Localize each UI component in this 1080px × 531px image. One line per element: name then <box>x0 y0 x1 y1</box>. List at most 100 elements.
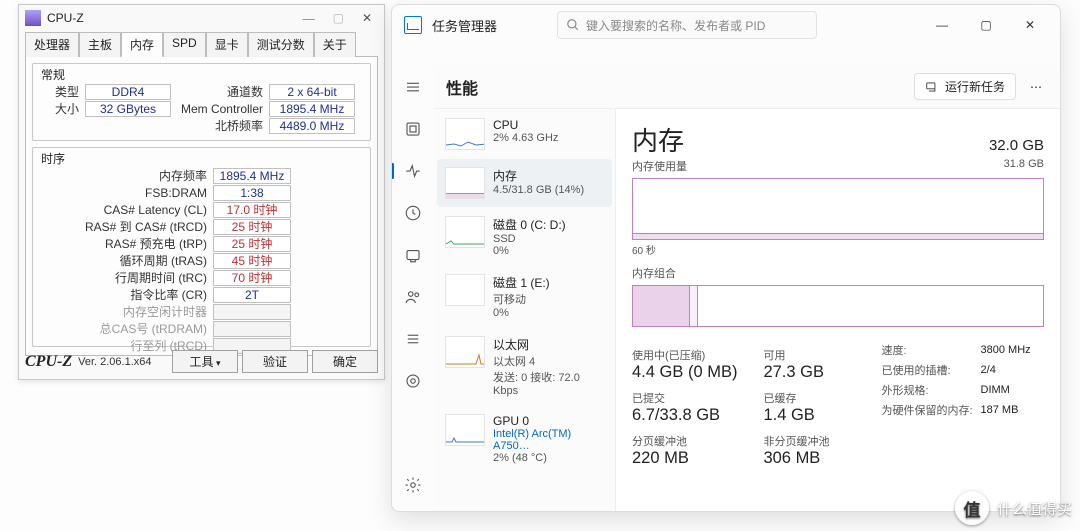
trdram-value <box>213 304 291 320</box>
usage-right: 31.8 GB <box>1004 158 1044 174</box>
more-button[interactable]: ⋯ <box>1024 76 1048 98</box>
tm-title-text: 任务管理器 <box>432 16 497 35</box>
tm-minimize-button[interactable]: — <box>920 9 964 41</box>
thumb-ethernet <box>445 336 485 368</box>
tm-page-title: 性能 <box>446 75 478 99</box>
search-icon <box>566 18 580 32</box>
cpuz-footer: CPU-Z Ver. 2.06.1.x64 工具 验证 确定 <box>25 350 378 373</box>
dramfreq-label: 内存频率 <box>81 167 207 184</box>
thumb-memory <box>445 167 485 199</box>
eth-name: 以太网 <box>493 336 604 353</box>
run-new-task-button[interactable]: 运行新任务 <box>914 73 1016 100</box>
general-fieldset: 常规 类型 DDR4 通道数 2 x 64-bit 大小 32 GBytes M… <box>32 63 371 141</box>
tras-label: 循环周期 (tRAS) <box>81 252 207 269</box>
tm-search-input[interactable]: 键入要搜索的名称、发布者或 PID <box>557 11 817 39</box>
speed-v: 3800 MHz <box>981 341 1037 359</box>
gpu-sub: Intel(R) Arc(TM) A750… <box>493 428 604 452</box>
detail-title: 内存 <box>632 121 684 158</box>
cpuz-version: Ver. 2.06.1.x64 <box>78 356 151 368</box>
tm-perf-list: CPU2% 4.63 GHz 内存4.5/31.8 GB (14%) 磁盘 0 … <box>434 109 616 511</box>
type-label: 类型 <box>39 83 79 100</box>
fsb-label: FSB:DRAM <box>81 186 207 200</box>
memctrl-value: 1895.4 MHz <box>269 101 355 117</box>
totcas-value <box>213 321 291 337</box>
disk1-sub2: 0% <box>493 307 550 319</box>
tools-button[interactable]: 工具 <box>172 350 238 373</box>
list-item-memory[interactable]: 内存4.5/31.8 GB (14%) <box>437 159 612 207</box>
thumb-disk1 <box>445 274 485 306</box>
size-label: 大小 <box>39 100 79 117</box>
watermark-icon: 值 <box>955 491 989 525</box>
cr-value: 2T <box>213 287 291 303</box>
tm-left-nav <box>392 65 434 511</box>
memory-composition-chart <box>632 285 1044 327</box>
tm-maximize-button[interactable]: ▢ <box>964 9 1008 41</box>
hw-v: 187 MB <box>981 401 1037 419</box>
list-item-disk0[interactable]: 磁盘 0 (C: D:)SSD0% <box>437 208 612 265</box>
cpu-sub: 2% 4.63 GHz <box>493 132 558 144</box>
maximize-button[interactable]: ▢ <box>333 11 344 26</box>
tab-memory[interactable]: 内存 <box>121 32 163 57</box>
cpu-name: CPU <box>493 118 558 132</box>
cached-h: 已缓存 <box>763 390 853 406</box>
list-item-disk1[interactable]: 磁盘 1 (E:)可移动0% <box>437 266 612 327</box>
inuse-h: 使用中(已压缩) <box>632 347 737 363</box>
run-new-task-label: 运行新任务 <box>945 78 1005 95</box>
tm-main: CPU2% 4.63 GHz 内存4.5/31.8 GB (14%) 磁盘 0 … <box>434 109 1060 511</box>
inuse-v: 4.4 GB (0 MB) <box>632 363 737 382</box>
cpuz-title-text: CPU-Z <box>47 11 84 25</box>
list-item-cpu[interactable]: CPU2% 4.63 GHz <box>437 110 612 158</box>
nav-history-icon[interactable] <box>399 199 427 227</box>
avail-v: 27.3 GB <box>763 363 853 382</box>
tras-value: 45 时钟 <box>213 253 291 269</box>
list-item-gpu[interactable]: GPU 0Intel(R) Arc(TM) A750…2% (48 °C) <box>437 406 612 472</box>
nav-services-icon[interactable] <box>399 367 427 395</box>
nav-hamburger-icon[interactable] <box>399 73 427 101</box>
tm-detail-panel: 内存 32.0 GB 内存使用量 31.8 GB 60 秒 内存组合 使用中(已… <box>616 109 1060 511</box>
minimize-button[interactable]: — <box>303 11 315 26</box>
tab-about[interactable]: 关于 <box>314 32 356 57</box>
tm-close-button[interactable]: ✕ <box>1008 9 1052 41</box>
usage-label: 内存使用量 <box>632 158 687 174</box>
axis-label: 60 秒 <box>632 242 1044 257</box>
uncore-value: 4489.0 MHz <box>269 118 355 134</box>
trcd-value: 25 时钟 <box>213 219 291 235</box>
tab-graphics[interactable]: 显卡 <box>206 32 248 57</box>
nav-startup-icon[interactable] <box>399 241 427 269</box>
channels-value: 2 x 64-bit <box>269 84 355 100</box>
watermark-text: 什么值得买 <box>997 498 1072 519</box>
tm-titlebar[interactable]: 任务管理器 键入要搜索的名称、发布者或 PID — ▢ ✕ <box>392 5 1060 45</box>
nonpaged-v: 306 MB <box>763 449 853 468</box>
dramfreq-value: 1895.4 MHz <box>213 168 291 184</box>
ok-button[interactable]: 确定 <box>312 350 378 373</box>
cached-v: 1.4 GB <box>763 406 853 425</box>
nav-settings-icon[interactable] <box>399 471 427 499</box>
slots-h: 已使用的插槽: <box>881 361 978 379</box>
tab-cpu[interactable]: 处理器 <box>25 32 79 57</box>
gpu-sub2: 2% (48 °C) <box>493 452 604 464</box>
nav-performance-icon[interactable] <box>399 157 427 185</box>
cpuz-logo: CPU-Z <box>25 353 72 371</box>
cpuz-titlebar[interactable]: CPU-Z — ▢ ✕ <box>19 5 384 31</box>
nav-processes-icon[interactable] <box>399 115 427 143</box>
nav-users-icon[interactable] <box>399 283 427 311</box>
nav-details-icon[interactable] <box>399 325 427 353</box>
tab-mainboard[interactable]: 主板 <box>79 32 121 57</box>
trdram-label: 内存空闲计时器 <box>81 303 207 320</box>
tab-bench[interactable]: 测试分数 <box>248 32 314 57</box>
disk0-sub2: 0% <box>493 245 566 257</box>
tab-spd[interactable]: SPD <box>163 32 206 57</box>
tm-app-icon <box>404 16 422 34</box>
cr-label: 指令比率 (CR) <box>81 286 207 303</box>
verify-button[interactable]: 验证 <box>242 350 308 373</box>
channels-label: 通道数 <box>179 83 263 100</box>
list-item-ethernet[interactable]: 以太网以太网 4发送: 0 接收: 72.0 Kbps <box>437 328 612 405</box>
thumb-disk0 <box>445 216 485 248</box>
size-value: 32 GBytes <box>85 101 171 117</box>
trc-label: 行周期时间 (tRC) <box>81 269 207 286</box>
timings-legend: 时序 <box>37 150 69 167</box>
form-h: 外形规格: <box>881 381 978 399</box>
paged-v: 220 MB <box>632 449 737 468</box>
close-button[interactable]: ✕ <box>362 11 372 26</box>
mem-name: 内存 <box>493 167 584 184</box>
